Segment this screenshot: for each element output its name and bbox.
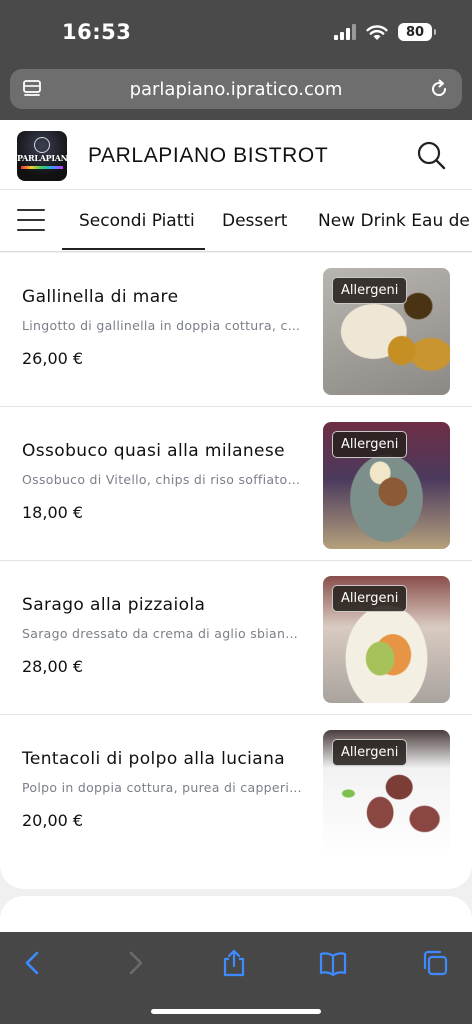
item-description: Polpo in doppia cottura, purea di capper…: [22, 780, 304, 795]
tab-new-drink[interactable]: New Drink Eau de Pa: [318, 211, 472, 231]
logo-color-bar: [21, 166, 63, 169]
logo-text: PARLAPIANO: [17, 153, 67, 163]
item-name: Sarago alla pizzaiola: [22, 595, 206, 615]
item-price: 18,00 €: [22, 503, 84, 522]
item-price: 26,00 €: [22, 349, 84, 368]
address-bar[interactable]: parlapiano.ipratico.com: [10, 69, 462, 109]
url-text[interactable]: parlapiano.ipratico.com: [10, 79, 462, 100]
menu-item[interactable]: Sarago alla pizzaiola Sarago dressato da…: [0, 561, 472, 715]
status-bar: 16:53 80: [0, 0, 472, 62]
dish-photo[interactable]: Allergeni: [323, 268, 450, 395]
hamburger-menu-icon[interactable]: [17, 209, 45, 231]
category-tabs: Secondi Piatti Dessert New Drink Eau de …: [0, 190, 472, 252]
home-indicator: [151, 1009, 321, 1014]
forward-icon: [129, 951, 143, 975]
dish-photo[interactable]: Allergeni: [323, 422, 450, 549]
cellular-signal-icon: [334, 24, 356, 40]
allergens-button[interactable]: Allergeni: [332, 431, 408, 458]
restaurant-logo[interactable]: PARLAPIANO: [17, 131, 67, 181]
status-icons: 80: [334, 20, 436, 44]
status-time: 16:53: [62, 20, 132, 44]
search-icon[interactable]: [415, 140, 447, 172]
next-section-card: [0, 896, 472, 932]
site-header: PARLAPIANO PARLAPIANO BISTROT: [0, 120, 472, 190]
tab-dessert[interactable]: Dessert: [222, 211, 287, 231]
battery-icon: 80: [398, 23, 436, 41]
restaurant-name: PARLAPIANO BISTROT: [88, 144, 329, 167]
menu-list: Gallinella di mare Lingotto di gallinell…: [0, 253, 472, 889]
menu-item[interactable]: Ossobuco quasi alla milanese Ossobuco di…: [0, 407, 472, 561]
share-icon[interactable]: [219, 948, 249, 978]
item-description: Sarago dressato da crema di aglio sbianc…: [22, 626, 304, 641]
active-tab-indicator: [62, 248, 205, 250]
menu-item[interactable]: Gallinella di mare Lingotto di gallinell…: [0, 253, 472, 407]
item-name: Tentacoli di polpo alla luciana: [22, 749, 286, 769]
item-price: 28,00 €: [22, 657, 84, 676]
item-description: Lingotto di gallinella in doppia cottura…: [22, 318, 304, 333]
logo-emblem: [34, 137, 50, 153]
menu-item[interactable]: Tentacoli di polpo alla luciana Polpo in…: [0, 715, 472, 869]
bookmarks-icon[interactable]: [318, 948, 348, 978]
allergens-button[interactable]: Allergeni: [332, 739, 408, 766]
item-name: Ossobuco quasi alla milanese: [22, 441, 286, 461]
web-page: PARLAPIANO PARLAPIANO BISTROT Secondi Pi…: [0, 120, 472, 932]
item-description: Ossobuco di Vitello, chips di riso soffi…: [22, 472, 304, 487]
allergens-button[interactable]: Allergeni: [332, 585, 408, 612]
dish-photo[interactable]: Allergeni: [323, 576, 450, 703]
allergens-button[interactable]: Allergeni: [332, 277, 408, 304]
tab-secondi-piatti[interactable]: Secondi Piatti: [79, 211, 195, 231]
reload-icon[interactable]: [428, 78, 450, 100]
tabs-icon[interactable]: [420, 948, 450, 978]
item-name: Gallinella di mare: [22, 287, 179, 307]
wifi-icon: [366, 24, 388, 40]
dish-photo[interactable]: Allergeni: [323, 730, 450, 857]
back-icon[interactable]: [18, 948, 48, 978]
item-price: 20,00 €: [22, 811, 84, 830]
